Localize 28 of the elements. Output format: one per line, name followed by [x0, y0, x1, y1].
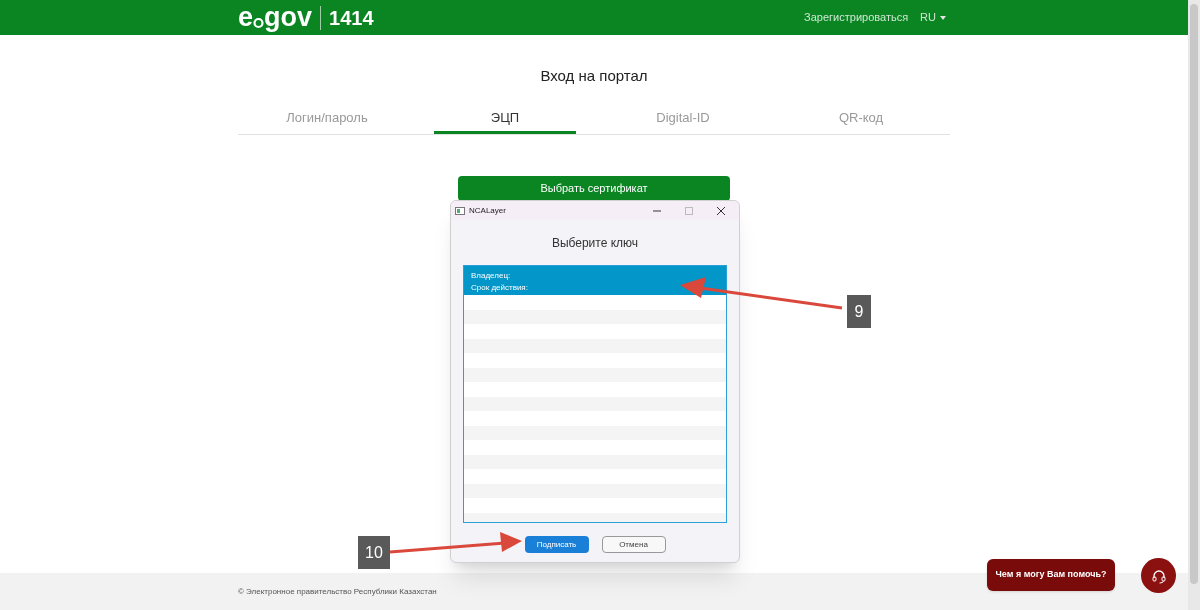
page-title: Вход на портал: [540, 66, 648, 86]
tab[interactable]: Логин/пароль: [256, 105, 398, 134]
tab[interactable]: QR-код: [790, 105, 932, 134]
language-dropdown[interactable]: RU: [920, 9, 946, 26]
dialog-heading: Выберите ключ: [550, 235, 640, 252]
register-link[interactable]: Зарегистрироваться: [804, 9, 909, 26]
app-icon: [455, 206, 465, 215]
tab[interactable]: Digital-ID: [612, 105, 754, 134]
logo-text: e: [238, 4, 254, 31]
maximize-icon[interactable]: [685, 206, 693, 215]
tab[interactable]: ЭЦП: [434, 105, 576, 134]
logo-icon: [253, 17, 265, 29]
step-badge: 9: [847, 295, 871, 328]
footer-text: © Электронное правительство Республики Казахстан: [238, 585, 437, 598]
dialog-title: NCALayer: [469, 204, 507, 217]
headset-icon: [1150, 567, 1167, 584]
logo-text: gov: [264, 4, 313, 31]
caret-icon: [940, 15, 946, 20]
owner-label: Владелец:: [471, 270, 512, 282]
select-certificate-button[interactable]: Выбрать сертификат: [458, 175, 730, 201]
sign-button[interactable]: Подписать: [524, 536, 589, 553]
chat-prompt[interactable]: Чем я могу Вам помочь?: [987, 559, 1115, 591]
step-badge: 10: [358, 536, 390, 569]
logo-number: 1414: [329, 5, 374, 31]
close-icon[interactable]: [717, 206, 725, 215]
key-row[interactable]: Владелец: Срок действия:: [464, 266, 726, 295]
cancel-button[interactable]: Отмена: [601, 536, 666, 553]
validity-label: Срок действия:: [471, 282, 529, 294]
